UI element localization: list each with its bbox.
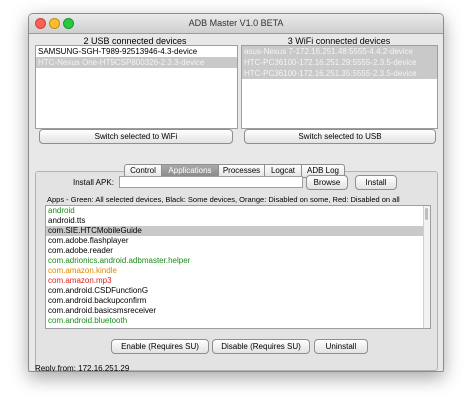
wifi-device-item[interactable]: HTC-PC36100-172.16.251.29:5555-2.3.5-dev… [242, 57, 437, 68]
app-list-item[interactable]: android.tts [46, 216, 430, 226]
usb-device-item[interactable]: SAMSUNG-SGH-T989-92513946-4.3-device [36, 46, 237, 57]
browse-button[interactable]: Browse [306, 175, 348, 190]
app-list-item[interactable]: com.SIE.HTCMobileGuide [46, 226, 430, 236]
app-list-item[interactable]: com.android.bluetooth [46, 316, 430, 326]
app-list-item[interactable]: com.amazon.mp3 [46, 276, 430, 286]
app-list-item[interactable]: com.android.CSDFunctionG [46, 286, 430, 296]
switch-to-wifi-button[interactable]: Switch selected to WiFi [39, 129, 233, 144]
install-apk-label: Install APK: [73, 178, 114, 187]
enable-button[interactable]: Enable (Requires SU) [111, 339, 209, 354]
apps-rows: android android.tts com.SIE.HTCMobileGuide… [46, 206, 430, 326]
app-list-item[interactable]: com.android.basicsmsreceiver [46, 306, 430, 316]
app-list-item[interactable]: com.adobe.reader [46, 246, 430, 256]
app-list-item[interactable]: com.adobe.flashplayer [46, 236, 430, 246]
usb-device-list[interactable]: SAMSUNG-SGH-T989-92513946-4.3-device HTC… [35, 45, 238, 129]
app-window: ADB Master V1.0 BETA 2 USB connected dev… [28, 13, 444, 372]
wifi-device-item[interactable]: HTC-PC36100-172.16.251.35:5555-2.3.5-dev… [242, 68, 437, 79]
apps-list[interactable]: android android.tts com.SIE.HTCMobileGuide… [45, 205, 431, 329]
app-list-item[interactable]: com.adrionics.android.adbmaster.helper [46, 256, 430, 266]
window-title: ADB Master V1.0 BETA [188, 18, 284, 28]
apk-path-field[interactable] [119, 176, 303, 188]
apps-scrollbar-thumb[interactable] [425, 208, 428, 220]
app-list-item[interactable]: com.amazon.kindle [46, 266, 430, 276]
title-bar: ADB Master V1.0 BETA [29, 14, 443, 34]
app-list-item[interactable]: android [46, 206, 430, 216]
app-list-item[interactable]: com.android.backupconfirm [46, 296, 430, 306]
status-bar: Reply from: 172.16.251.29 [35, 364, 130, 372]
uninstall-button[interactable]: Uninstall [314, 339, 368, 354]
install-button[interactable]: Install [355, 175, 397, 190]
usb-device-item[interactable]: HTC-Nexus One-HT9CSP800326-2.3.3-device [36, 57, 237, 68]
apps-scrollbar[interactable] [423, 206, 430, 328]
switch-to-usb-button[interactable]: Switch selected to USB [244, 129, 436, 144]
apps-legend: Apps - Green: All selected devices, Blac… [47, 195, 400, 204]
wifi-device-item[interactable]: asus-Nexus 7-172.16.251.48:5555-4.4.2-de… [242, 46, 437, 57]
wifi-device-list[interactable]: asus-Nexus 7-172.16.251.48:5555-4.4.2-de… [241, 45, 438, 129]
disable-button[interactable]: Disable (Requires SU) [212, 339, 310, 354]
